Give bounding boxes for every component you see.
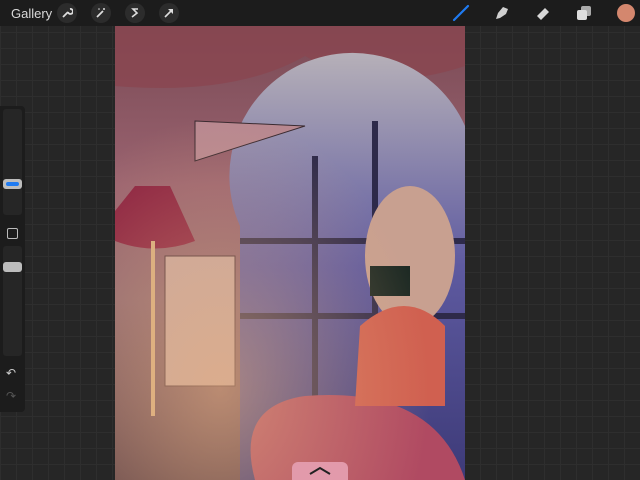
layers-icon[interactable] [574,3,594,23]
magic-wand-icon[interactable] [91,3,111,23]
redo-icon[interactable]: ↷ [6,389,16,403]
quickmenu-pull-handle[interactable] [292,462,348,480]
gallery-button[interactable]: Gallery [11,6,52,21]
artwork-illustration [115,26,465,480]
opacity-handle[interactable] [3,262,22,272]
selection-icon[interactable] [125,3,145,23]
brush-size-handle[interactable] [3,179,22,190]
color-picker-button[interactable] [617,4,635,22]
modify-button[interactable] [7,228,18,239]
top-toolbar: Gallery [0,0,640,26]
undo-icon[interactable]: ↶ [6,366,16,380]
brush-icon[interactable] [451,3,471,23]
transform-arrow-icon[interactable] [159,3,179,23]
artwork-canvas[interactable] [115,26,465,480]
eraser-icon[interactable] [533,3,553,23]
chevron-up-icon [309,466,331,475]
brush-size-slider[interactable] [3,109,22,215]
smudge-icon[interactable] [492,3,512,23]
wrench-icon[interactable] [57,3,77,23]
sidebar: ↶ ↷ [0,106,25,412]
